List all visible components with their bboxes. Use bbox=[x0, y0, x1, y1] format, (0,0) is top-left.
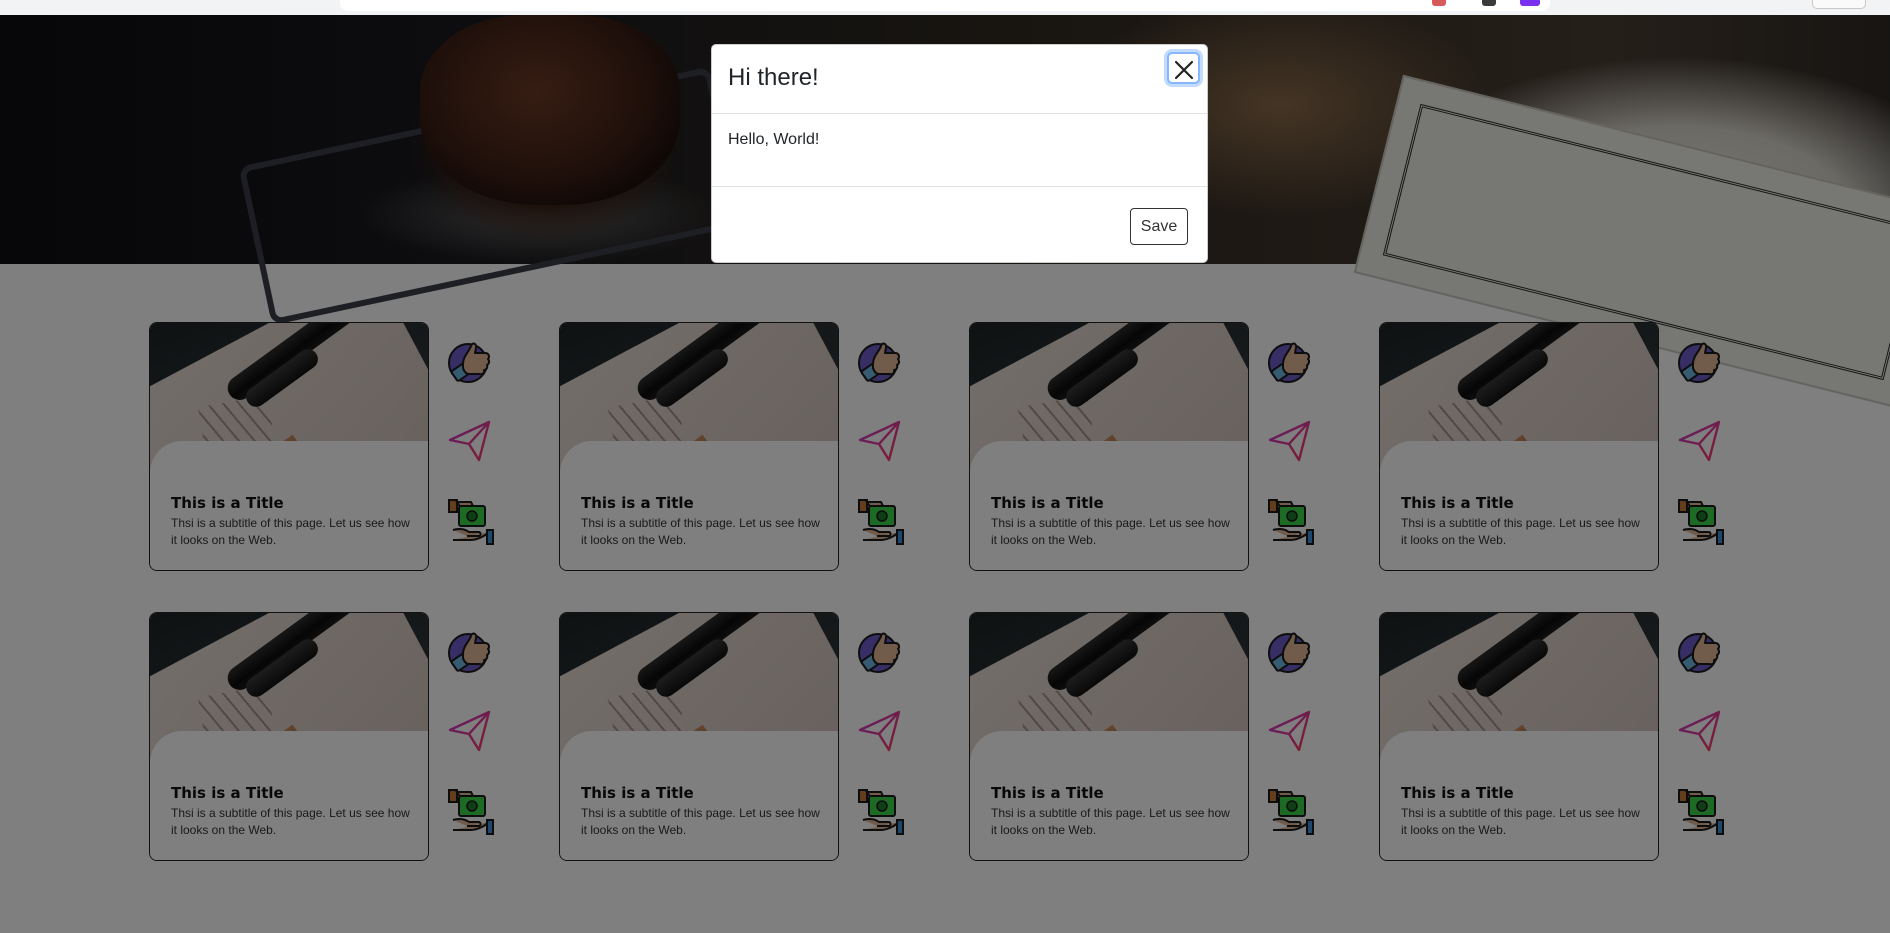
save-button[interactable]: Save bbox=[1130, 208, 1188, 245]
address-bar[interactable] bbox=[340, 0, 1550, 11]
modal-dialog: Hi there! Hello, World! Save bbox=[711, 44, 1208, 263]
extension-icon[interactable] bbox=[1520, 0, 1540, 6]
modal-body: Hello, World! bbox=[712, 114, 1207, 187]
page: This is a Title Thsi is a subtitle of th… bbox=[0, 0, 1890, 933]
extension-icon[interactable] bbox=[1482, 0, 1496, 6]
modal-title: Hi there! bbox=[728, 64, 819, 91]
browser-menu-button[interactable] bbox=[1812, 0, 1866, 9]
modal-body-text: Hello, World! bbox=[728, 131, 820, 148]
extension-icon[interactable] bbox=[1432, 0, 1446, 6]
close-x-icon bbox=[1174, 60, 1193, 80]
close-button[interactable] bbox=[1167, 52, 1200, 84]
modal-header: Hi there! bbox=[712, 45, 1207, 114]
browser-toolbar bbox=[0, 0, 1890, 16]
